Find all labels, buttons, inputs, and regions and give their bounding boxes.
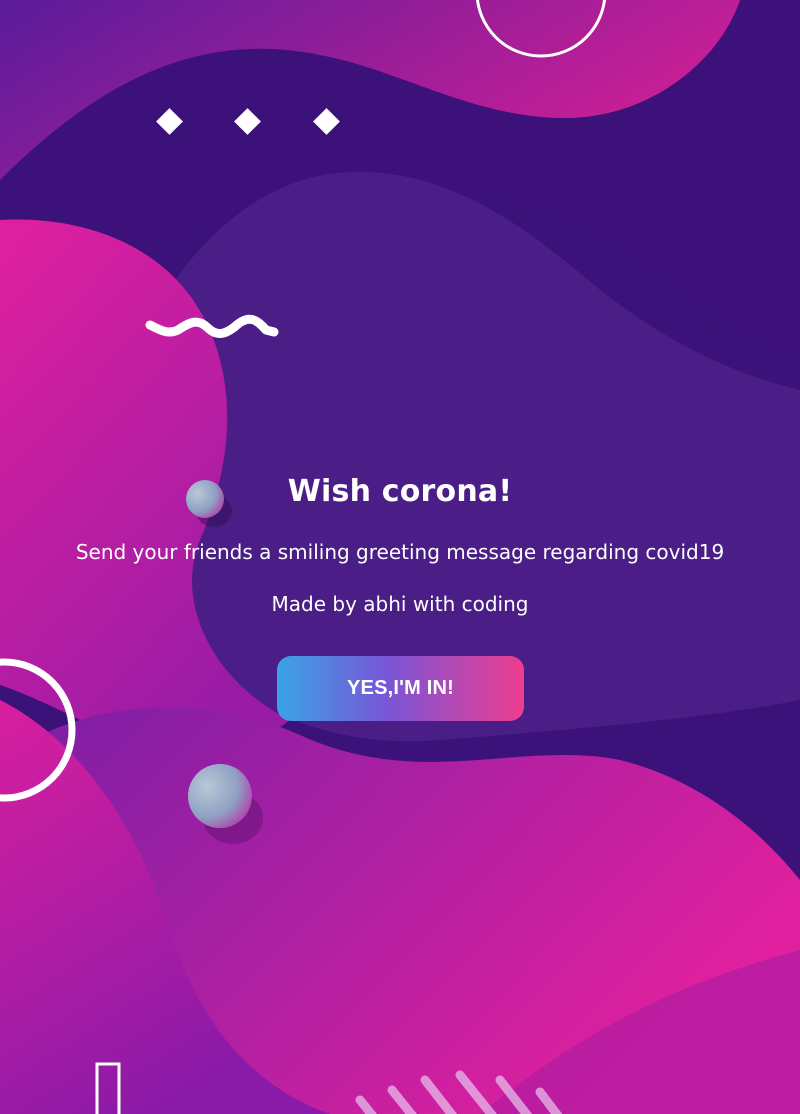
subtitle-text: Send your friends a smiling greeting mes… xyxy=(75,540,725,564)
page-title: Wish corona! xyxy=(287,474,513,509)
credit-text: Made by abhi with coding xyxy=(271,592,529,616)
yes-im-in-button[interactable]: YES,I'M IN! xyxy=(277,656,524,721)
hero-section: Wish corona! Send your friends a smiling… xyxy=(0,0,800,1114)
